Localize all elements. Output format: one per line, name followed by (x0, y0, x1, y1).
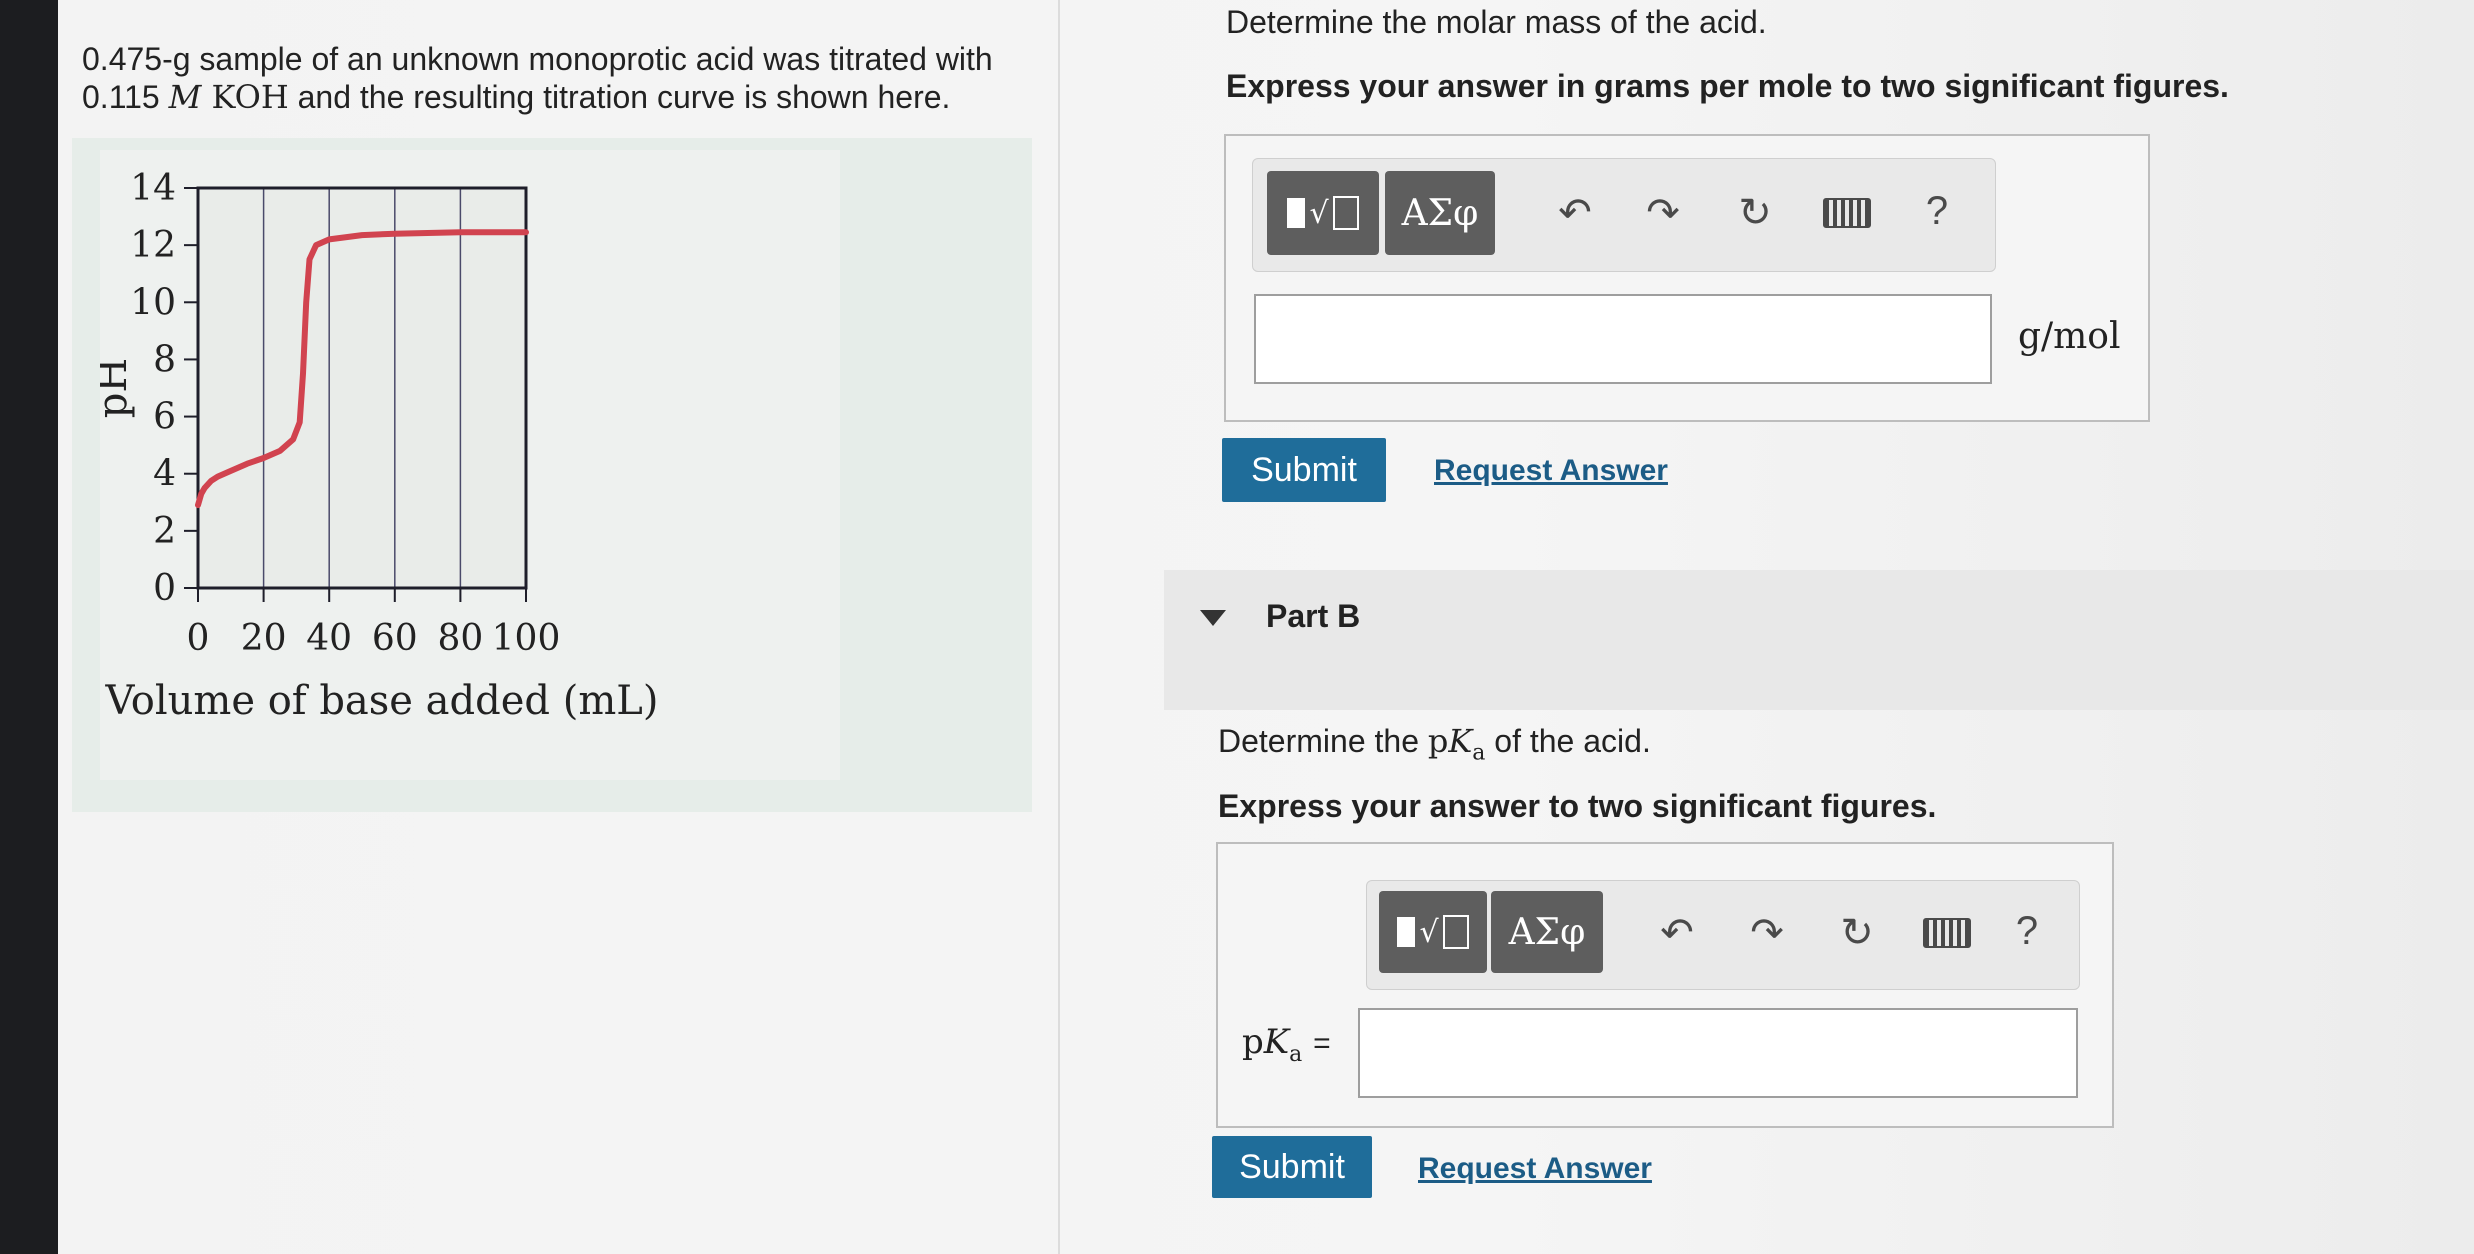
problem-line-2: 0.115 M KOH and the resulting titration … (82, 78, 1042, 116)
redo-icon: ↷ (1646, 191, 1680, 235)
part-b-prompt-prefix: Determine the (1218, 723, 1419, 759)
reset-button[interactable]: ↻ (1731, 189, 1779, 237)
part-a-math-toolbar: √ ΑΣφ ↶ ↷ ↻ ? (1252, 158, 1996, 272)
titration-figure-panel: 0 2 4 6 8 10 12 14 0 20 40 60 80 100 Volume of base ad… (72, 138, 1032, 812)
symbols-label: ΑΣφ (1508, 911, 1586, 953)
y-axis-label: pH (100, 358, 136, 419)
y-tick-label: 2 (153, 511, 176, 552)
y-tick-label: 4 (153, 454, 176, 495)
y-tick-label: 10 (130, 282, 176, 323)
part-b-request-answer-link[interactable]: Request Answer (1418, 1152, 1652, 1186)
reset-icon: ↻ (1738, 191, 1772, 235)
part-b-title: Part B (1266, 598, 1361, 634)
undo-button[interactable]: ↶ (1653, 909, 1701, 957)
koh-concentration: 0.115 (82, 79, 160, 115)
pka-input[interactable] (1358, 1008, 2078, 1098)
y-tick-label: 8 (153, 339, 176, 380)
y-tick-label: 14 (130, 168, 176, 209)
x-tick-label: 20 (241, 618, 287, 659)
part-a-request-answer-link[interactable]: Request Answer (1434, 454, 1668, 488)
titration-curve-chart: 0 2 4 6 8 10 12 14 0 20 40 60 80 100 Volume of base ad… (100, 168, 659, 724)
molarity-symbol: M (168, 78, 202, 116)
plot-area (198, 188, 526, 588)
part-b-math-toolbar: √ ΑΣφ ↶ ↷ ↻ ? (1366, 880, 2080, 990)
part-a-instruction: Express your answer in grams per mole to… (1226, 68, 2229, 104)
part-a-submit-button[interactable]: Submit (1222, 438, 1386, 502)
templates-icon: √ (1397, 915, 1469, 950)
reset-icon: ↻ (1840, 911, 1874, 955)
keyboard-button[interactable] (1821, 193, 1873, 233)
help-icon: ? (2015, 908, 2039, 953)
answer-column: Determine the molar mass of the acid. Ex… (1164, 0, 2474, 1254)
help-button[interactable]: ? (2007, 907, 2047, 955)
keyboard-icon (1923, 918, 1971, 948)
part-b-header[interactable]: Part B (1164, 570, 2474, 710)
pka-input-label: pKa = (1242, 1022, 1331, 1067)
symbols-button[interactable]: ΑΣφ (1491, 891, 1603, 973)
undo-icon: ↶ (1558, 191, 1592, 235)
y-tick-label: 0 (153, 568, 176, 609)
titration-figure: 0 2 4 6 8 10 12 14 0 20 40 60 80 100 Volume of base ad… (100, 150, 840, 780)
part-b-answer-box: √ ΑΣφ ↶ ↷ ↻ ? pKa = (1216, 842, 2114, 1128)
x-tick-label: 40 (306, 618, 352, 659)
keyboard-button[interactable] (1921, 913, 1973, 953)
y-tick-label: 6 (153, 397, 176, 438)
column-divider (1058, 0, 1060, 1254)
redo-button[interactable]: ↷ (1743, 909, 1791, 957)
pka-symbol: pKa (1427, 722, 1486, 766)
keyboard-icon (1823, 198, 1871, 228)
redo-icon: ↷ (1750, 911, 1784, 955)
part-a-answer-box: √ ΑΣφ ↶ ↷ ↻ ? g/mol (1224, 134, 2150, 422)
symbols-label: ΑΣφ (1401, 192, 1479, 234)
help-icon: ? (1925, 188, 1949, 233)
reagent-formula: KOH (211, 78, 289, 116)
problem-line-2-rest: and the resulting titration curve is sho… (297, 79, 951, 115)
x-tick-label: 0 (187, 618, 210, 659)
templates-icon: √ (1287, 196, 1359, 231)
problem-line-1: 0.475-g sample of an unknown monoprotic … (82, 41, 993, 77)
symbols-button[interactable]: ΑΣφ (1385, 171, 1495, 255)
molar-mass-input[interactable] (1254, 294, 1992, 384)
part-b-submit-button[interactable]: Submit (1212, 1136, 1372, 1198)
unit-label: g/mol (2018, 316, 2121, 357)
collapse-triangle-icon[interactable] (1200, 610, 1226, 626)
y-tick-label: 12 (130, 225, 176, 266)
part-b-prompt: Determine the pKa of the acid. (1218, 722, 1651, 765)
part-a-prompt: Determine the molar mass of the acid. (1226, 4, 1767, 40)
part-b-prompt-suffix: of the acid. (1494, 723, 1651, 759)
x-tick-label: 60 (372, 618, 418, 659)
screen: 0.475-g sample of an unknown monoprotic … (58, 0, 2474, 1254)
templates-button[interactable]: √ (1379, 891, 1487, 973)
redo-button[interactable]: ↷ (1639, 189, 1687, 237)
x-tick-label: 100 (492, 618, 561, 659)
undo-icon: ↶ (1660, 911, 1694, 955)
reset-button[interactable]: ↻ (1833, 909, 1881, 957)
part-b-instruction: Express your answer to two significant f… (1218, 788, 1937, 824)
templates-button[interactable]: √ (1267, 171, 1379, 255)
undo-button[interactable]: ↶ (1551, 189, 1599, 237)
help-button[interactable]: ? (1917, 187, 1957, 235)
problem-statement: 0.475-g sample of an unknown monoprotic … (82, 40, 1042, 116)
x-axis-label: Volume of base added (mL) (105, 678, 659, 724)
x-tick-label: 80 (437, 618, 483, 659)
